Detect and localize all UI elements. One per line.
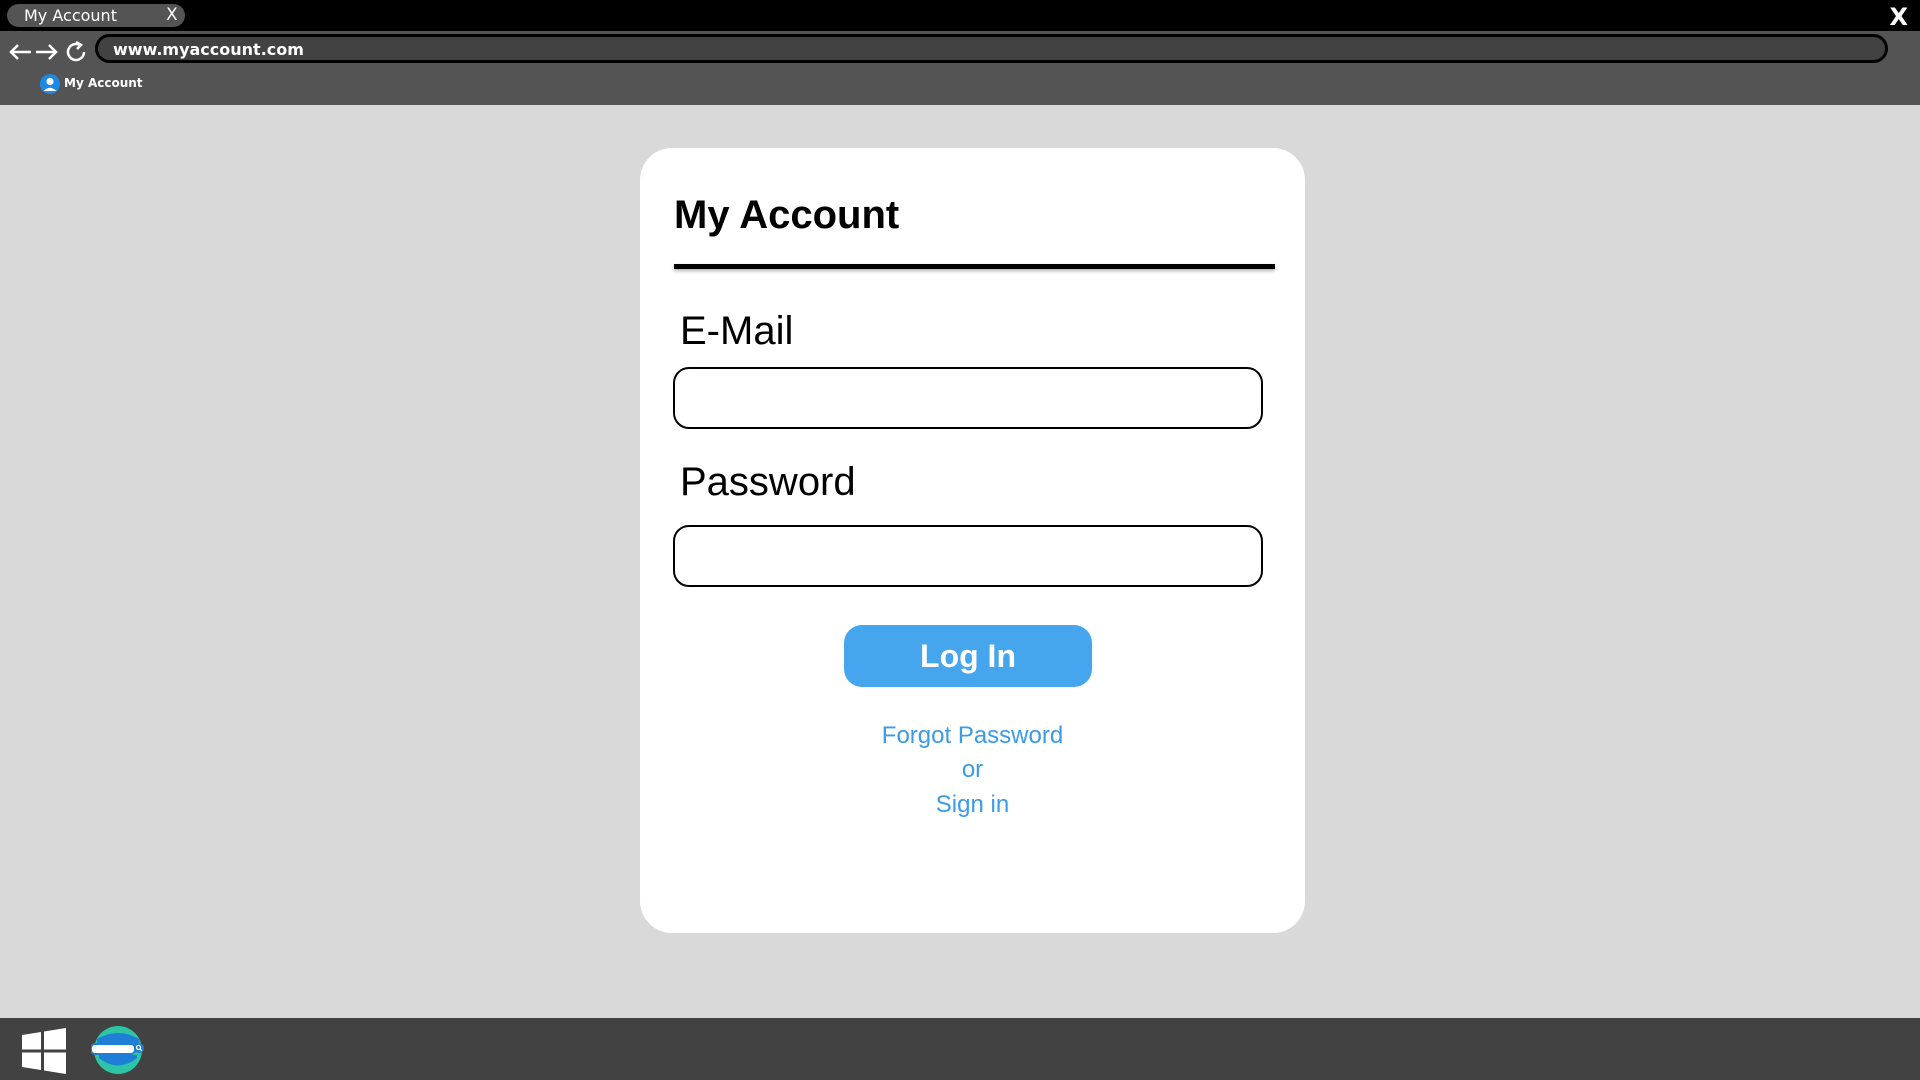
bookmark-label: My Account bbox=[64, 76, 143, 90]
user-icon bbox=[40, 74, 60, 94]
login-button[interactable]: Log In bbox=[844, 625, 1092, 687]
browser-taskbar-button[interactable] bbox=[90, 1025, 147, 1075]
os-taskbar bbox=[0, 1018, 1920, 1080]
bookmark-my-account[interactable]: My Account bbox=[40, 74, 143, 94]
forward-button[interactable] bbox=[33, 39, 59, 65]
sign-in-link[interactable]: Sign in bbox=[640, 791, 1305, 819]
back-button[interactable] bbox=[8, 39, 34, 65]
reload-button[interactable] bbox=[63, 39, 89, 65]
tab-title: My Account bbox=[24, 6, 117, 25]
windows-logo-icon bbox=[22, 1028, 66, 1074]
page-title: My Account bbox=[674, 193, 900, 237]
window-close-button[interactable]: X bbox=[1889, 3, 1908, 31]
reload-icon bbox=[66, 40, 86, 62]
start-button[interactable] bbox=[21, 1028, 67, 1074]
browser-app-icon bbox=[90, 1026, 144, 1074]
arrow-left-icon bbox=[9, 44, 31, 60]
tab-close-button[interactable]: X bbox=[166, 6, 178, 25]
forgot-password-link[interactable]: Forgot Password bbox=[640, 722, 1305, 750]
arrow-right-icon bbox=[36, 44, 58, 60]
password-label: Password bbox=[680, 460, 856, 504]
address-bar[interactable]: www.myaccount.com bbox=[95, 34, 1888, 63]
address-bar-url: www.myaccount.com bbox=[113, 40, 304, 59]
browser-nav-bar: www.myaccount.com My Account bbox=[0, 31, 1920, 105]
browser-tab-bar: My Account X X bbox=[0, 0, 1920, 31]
email-label: E-Mail bbox=[680, 309, 794, 353]
browser-tab[interactable]: My Account X bbox=[7, 4, 185, 27]
or-separator: or bbox=[961, 756, 984, 783]
email-field[interactable] bbox=[673, 367, 1263, 429]
title-divider bbox=[674, 264, 1275, 269]
password-field[interactable] bbox=[673, 525, 1263, 587]
login-card: My Account E-Mail Password Log In Forgot… bbox=[640, 148, 1305, 933]
